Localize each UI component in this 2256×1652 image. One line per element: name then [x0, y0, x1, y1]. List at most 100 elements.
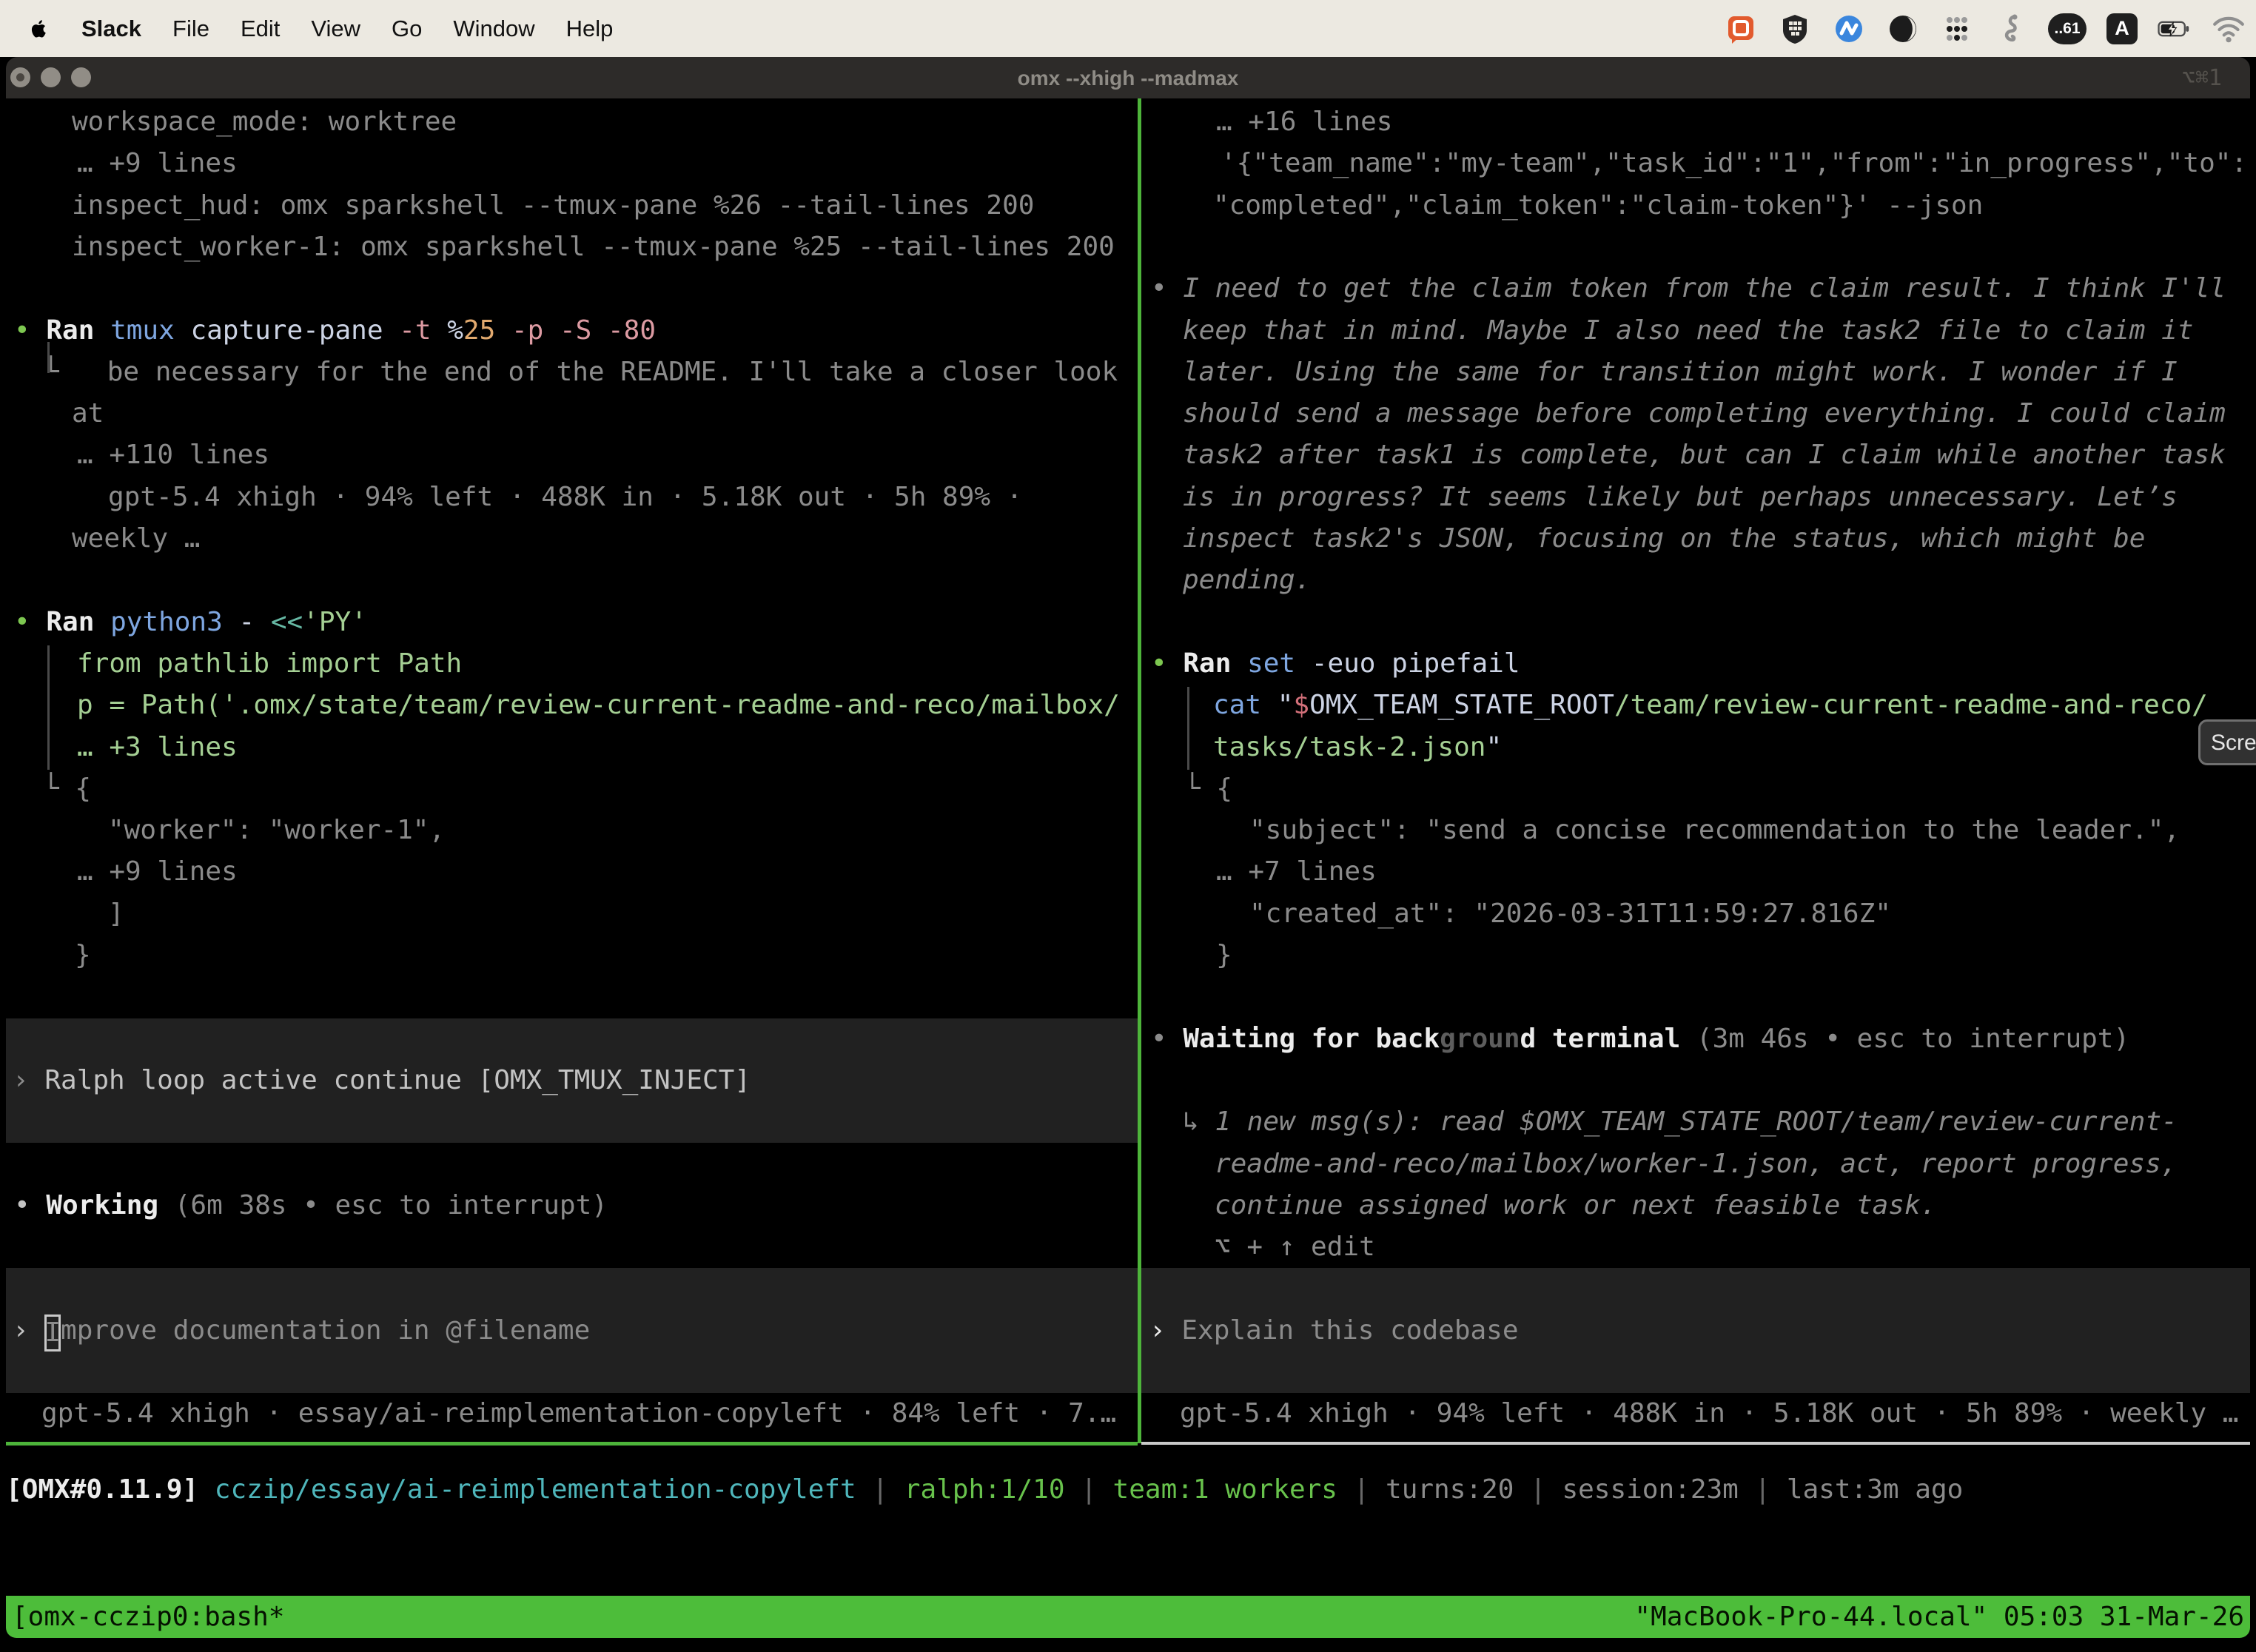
text-segment: weekly …: [72, 523, 200, 554]
tree-connector: [47, 645, 50, 770]
wifi-icon[interactable]: [2212, 12, 2246, 46]
text-segment: later. Using the same for transition mig…: [1183, 357, 2178, 387]
battery-percent-badge[interactable]: ..61: [2048, 13, 2087, 44]
terminal-line: inspect_worker-1: omx sparkshell --tmux-…: [72, 226, 1115, 268]
text-segment: capture-pane: [175, 315, 383, 346]
menu-item-edit[interactable]: Edit: [241, 16, 280, 42]
text-segment: Waiting for back: [1183, 1024, 1440, 1054]
text-segment: pending.: [1183, 565, 1311, 595]
text-segment: -t: [383, 315, 432, 346]
terminal-line: workspace_mode: worktree: [72, 101, 457, 143]
text-segment: gpt-5.4 xhigh · essay/ai-reimplementatio…: [41, 1398, 1116, 1428]
text-segment: continue assigned work or next feasible …: [1215, 1190, 1936, 1220]
text-segment: └: [43, 357, 107, 387]
text-segment: ": [1485, 732, 1502, 762]
text-segment: inspect_hud: omx sparkshell --tmux-pane …: [72, 190, 1034, 221]
text-segment: $: [1293, 690, 1309, 720]
prompt-input[interactable]: › Improve documentation in @filename: [13, 1310, 590, 1352]
terminal-line: └ {: [43, 768, 91, 810]
text-segment: from pathlib import Path: [77, 648, 462, 679]
text-segment: ›: [13, 1315, 44, 1346]
menu-item-help[interactable]: Help: [566, 16, 614, 42]
text-segment: ↳: [1183, 1107, 1215, 1137]
text-segment: |: [1514, 1474, 1562, 1505]
text-segment: "worker": "worker-1",: [108, 815, 445, 845]
terminal-line: … +16 lines: [1216, 101, 1392, 143]
apple-icon[interactable]: [28, 16, 50, 42]
menu-items: Slack File Edit View Go Window Help: [0, 16, 613, 42]
terminal-line: "completed","claim_token":"claim-token"}…: [1213, 185, 1983, 226]
terminal-line: at: [72, 393, 104, 434]
text-segment: cczip/essay/ai-reimplementation-copyleft: [215, 1474, 856, 1505]
terminal-line: gpt-5.4 xhigh · 94% left · 488K in · 5.1…: [108, 477, 1022, 518]
text-segment: %: [432, 315, 463, 346]
pane-border-right: [1141, 1442, 2250, 1445]
text-segment: ralph:1/10: [904, 1474, 1065, 1505]
crescent-icon[interactable]: [1886, 12, 1920, 46]
terminal-line: ↳ 1 new msg(s): read $OMX_TEAM_STATE_ROO…: [1183, 1101, 2178, 1143]
terminal-line: inspect task2's JSON, focusing on the st…: [1183, 518, 2145, 560]
text-segment: be necessary for the end of the README. …: [107, 357, 1118, 387]
menu-item-app[interactable]: Slack: [81, 16, 141, 42]
chat-icon[interactable]: [1724, 12, 1758, 46]
terminal-line: }: [1216, 935, 1232, 976]
screen-share-button[interactable]: Scre: [2198, 719, 2256, 765]
text-segment: -euo pipefail: [1295, 648, 1520, 679]
text-segment: "created_at": "2026-03-31T11:59:27.816Z": [1249, 899, 1891, 929]
snake-icon[interactable]: [1994, 12, 2028, 46]
pane-border-left: [6, 1442, 1138, 1446]
text-segment: •: [14, 315, 46, 346]
prompt-suggestion[interactable]: › Explain this codebase: [1149, 1310, 1519, 1352]
text-segment: inspect task2's JSON, focusing on the st…: [1183, 523, 2145, 554]
text-segment: ": [1261, 690, 1293, 720]
menu-bar: Slack File Edit View Go Window Help: [0, 0, 2256, 57]
letter-a-badge[interactable]: A: [2106, 13, 2138, 44]
menu-item-file[interactable]: File: [172, 16, 209, 42]
tmux-status-bar: [omx-cczip0:bash* "MacBook-Pro-44.local"…: [6, 1596, 2250, 1638]
text-segment: |: [1065, 1474, 1113, 1505]
window-shortcut: ⌥⌘1: [2182, 57, 2222, 98]
terminal-line: readme-and-reco/mailbox/worker-1.json, a…: [1215, 1144, 2177, 1185]
text-segment: Ran: [46, 315, 110, 346]
text-segment: }: [1216, 940, 1232, 970]
terminal-line: ]: [108, 893, 124, 935]
text-segment: "completed","claim_token":"claim-token"}…: [1213, 190, 1983, 221]
text-segment: I need to get the claim token from the c…: [1183, 273, 2226, 303]
text-segment: └ {: [1184, 773, 1232, 804]
text-segment: is in progress? It seems likely but perh…: [1183, 482, 2178, 512]
terminal-line: … +9 lines: [77, 851, 238, 893]
menu-item-view[interactable]: View: [311, 16, 360, 42]
tmux-host-time: "MacBook-Pro-44.local" 05:03 31-Mar-26: [1634, 1596, 2244, 1638]
text-segment: workspace_mode: worktree: [72, 107, 457, 137]
text-segment: … +7 lines: [1216, 856, 1377, 887]
terminal-line: • Ran set -euo pipefail: [1151, 643, 1520, 685]
terminal-line: … +110 lines: [77, 434, 269, 476]
text-segment: turns:20: [1386, 1474, 1514, 1505]
text-segment: ›: [13, 1065, 44, 1095]
pulse-icon[interactable]: [1832, 12, 1866, 46]
menu-item-window[interactable]: Window: [453, 16, 534, 42]
battery-icon[interactable]: [2158, 12, 2192, 46]
shield-icon[interactable]: [1778, 12, 1812, 46]
text-segment: |: [1337, 1474, 1386, 1505]
text-segment: [OMX#0.11.9]: [6, 1474, 198, 1505]
text-segment: should send a message before completing …: [1183, 398, 2226, 429]
text-segment: (6m 38s • esc to interrupt): [158, 1190, 608, 1220]
terminal-line: continue assigned work or next feasible …: [1215, 1185, 1936, 1226]
terminal-line: is in progress? It seems likely but perh…: [1183, 477, 2178, 518]
terminal-line: • Ran tmux capture-pane -t %25 -p -S -80: [14, 310, 656, 352]
text-segment: OMX_TEAM_STATE_ROOT: [1309, 690, 1614, 720]
text-segment: gpt-5.4 xhigh · 94% left · 488K in · 5.1…: [1180, 1398, 2238, 1428]
terminal-line: '{"team_name":"my-team","task_id":"1","f…: [1221, 143, 2247, 184]
text-segment: (3m 46s • esc to interrupt): [1680, 1024, 2129, 1054]
tmux-session-label[interactable]: [omx-cczip0:bash*: [12, 1596, 284, 1638]
menu-item-go[interactable]: Go: [392, 16, 422, 42]
text-segment: team:1 workers: [1113, 1474, 1337, 1505]
text-segment: •: [1151, 1024, 1183, 1054]
text-segment: python3: [110, 607, 223, 637]
dots-grid-icon[interactable]: [1940, 12, 1974, 46]
pane-divider[interactable]: [1138, 98, 1141, 1443]
waiting-status: • Waiting for background terminal (3m 46…: [1151, 1018, 2129, 1060]
text-segment: }: [75, 940, 91, 970]
text-segment: tasks/task-2.json: [1213, 732, 1485, 762]
